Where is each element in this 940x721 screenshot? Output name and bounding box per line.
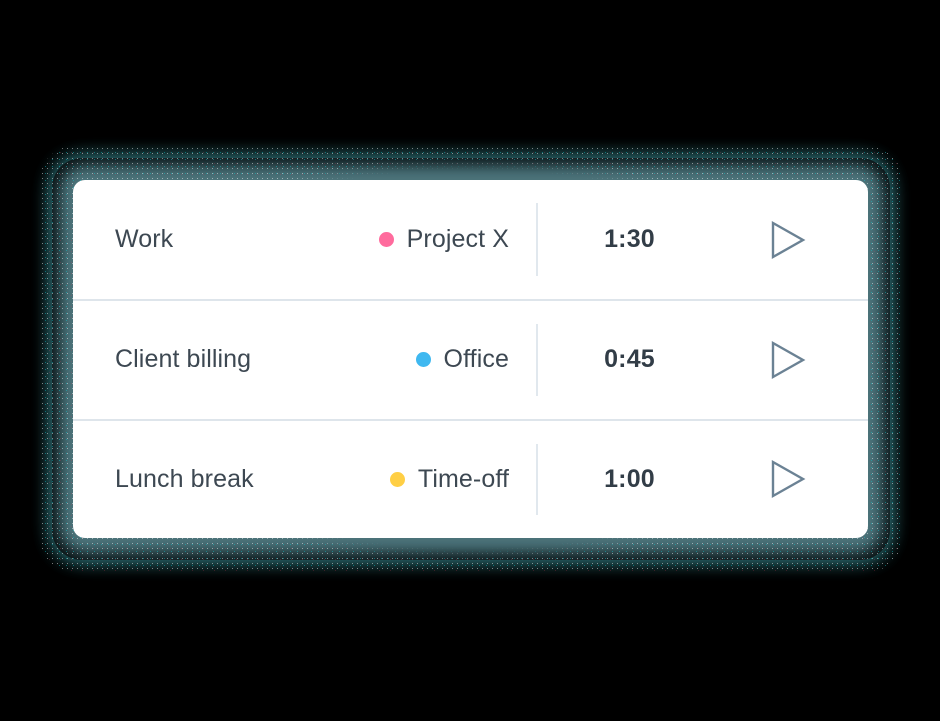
table-row[interactable]: Client billing Office 0:45 xyxy=(73,299,868,418)
category-cell[interactable]: Project X xyxy=(373,225,536,254)
category-cell[interactable]: Office xyxy=(373,345,536,374)
play-icon xyxy=(771,460,805,499)
start-timer-button[interactable] xyxy=(721,220,868,260)
category-color-dot xyxy=(415,352,431,368)
table-row[interactable]: Work Project X 1:30 xyxy=(73,180,868,299)
category-color-dot xyxy=(389,471,405,487)
task-name: Lunch break xyxy=(115,464,254,493)
category-cell[interactable]: Time-off xyxy=(373,465,536,494)
duration-value: 1:30 xyxy=(604,225,655,254)
play-icon xyxy=(771,340,805,380)
start-timer-button[interactable] xyxy=(721,459,868,499)
play-icon xyxy=(771,220,805,259)
screen-background: Work Project X 1:30 Client billing Offic… xyxy=(0,0,940,721)
duration-value: 1:00 xyxy=(604,464,655,493)
task-name: Client billing xyxy=(115,345,252,374)
duration-value: 0:45 xyxy=(604,345,655,374)
category-color-dot xyxy=(378,232,394,248)
table-row[interactable]: Lunch break Time-off 1:00 xyxy=(73,418,868,538)
time-entry-card: Work Project X 1:30 Client billing Offic… xyxy=(73,180,868,538)
category-label: Project X xyxy=(406,225,509,254)
category-label: Office xyxy=(443,345,509,374)
start-timer-button[interactable] xyxy=(721,340,868,380)
category-label: Time-off xyxy=(417,464,509,493)
task-name: Work xyxy=(115,225,174,254)
